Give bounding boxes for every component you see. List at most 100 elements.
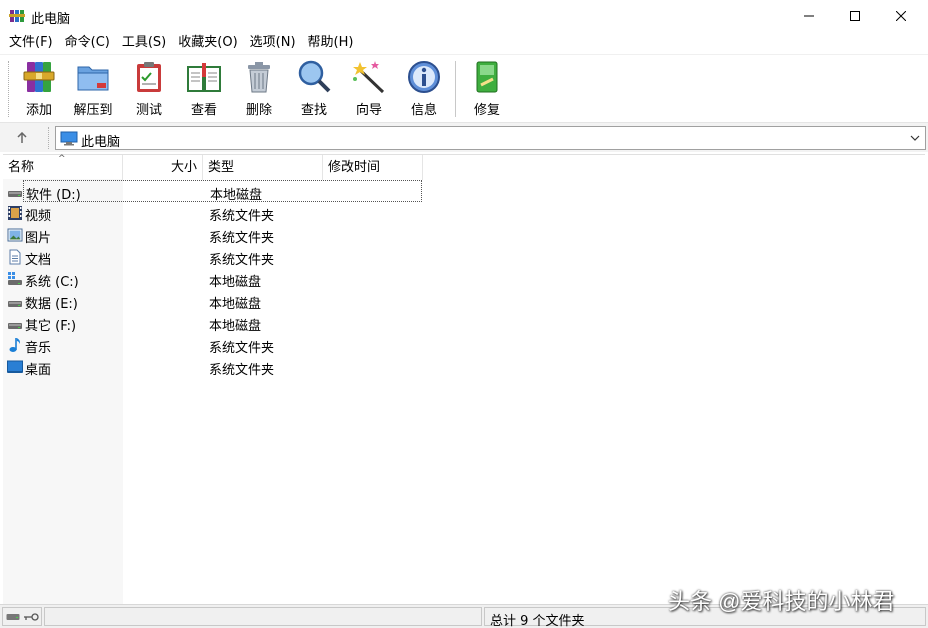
view-button-label: 查看 — [191, 99, 217, 118]
drive-icon — [7, 185, 23, 201]
address-path: 此电脑 — [81, 131, 120, 150]
row-name: 软件 (D:) — [26, 184, 81, 203]
find-button[interactable]: 查找 — [287, 59, 341, 119]
minimize-icon — [804, 11, 814, 21]
drive-status-icon[interactable] — [6, 612, 20, 622]
minimize-button[interactable] — [786, 0, 832, 32]
delete-button[interactable]: 删除 — [232, 59, 286, 119]
toolbar-grip[interactable] — [8, 61, 11, 117]
menu-file[interactable]: 文件(F) — [3, 32, 59, 54]
column-header-type[interactable]: 类型 — [203, 155, 323, 180]
row-name: 桌面 — [25, 359, 51, 378]
row-type: 本地磁盘 — [210, 184, 262, 203]
row-type: 系统文件夹 — [209, 205, 274, 224]
video-folder-icon — [7, 205, 23, 221]
focused-list-item[interactable]: 软件 (D:) 本地磁盘 — [23, 180, 422, 202]
address-dropdown-button[interactable] — [909, 131, 921, 145]
list-item[interactable]: 桌面 系统文件夹 — [3, 356, 423, 378]
view-button[interactable]: 查看 — [177, 59, 231, 119]
test-button-label: 测试 — [136, 99, 162, 118]
menu-bar: 文件(F) 命令(C) 工具(S) 收藏夹(O) 选项(N) 帮助(H) — [0, 32, 928, 54]
status-panel-selection — [44, 607, 482, 626]
desktop-folder-icon — [7, 359, 23, 375]
toolbar-separator — [455, 61, 456, 117]
row-type: 系统文件夹 — [209, 249, 274, 268]
row-type: 本地磁盘 — [209, 315, 261, 334]
window-title: 此电脑 — [31, 8, 70, 27]
add-archive-icon — [21, 59, 57, 95]
computer-icon — [60, 131, 78, 146]
row-type: 系统文件夹 — [209, 359, 274, 378]
row-type: 系统文件夹 — [209, 337, 274, 356]
row-type: 本地磁盘 — [209, 293, 261, 312]
sort-ascending-icon: ^ — [58, 154, 66, 164]
maximize-icon — [850, 11, 860, 21]
row-name: 音乐 — [25, 337, 51, 356]
info-button-label: 信息 — [411, 99, 437, 118]
close-button[interactable] — [878, 0, 924, 32]
picture-folder-icon — [7, 227, 23, 243]
menu-command[interactable]: 命令(C) — [59, 32, 116, 54]
list-item[interactable]: 图片 系统文件夹 — [3, 224, 423, 246]
test-button[interactable]: 测试 — [122, 59, 176, 119]
list-item[interactable]: 系统 (C:) 本地磁盘 — [3, 268, 423, 290]
test-clipboard-icon — [131, 59, 167, 95]
menu-tools[interactable]: 工具(S) — [116, 32, 172, 54]
column-header-modified[interactable]: 修改时间 — [323, 155, 423, 180]
add-button-label: 添加 — [26, 99, 52, 118]
status-icons — [2, 607, 42, 626]
drive-icon — [7, 295, 23, 311]
info-button[interactable]: 信息 — [397, 59, 451, 119]
watermark: 头条 @爱科技的小林君 — [668, 584, 894, 616]
magic-wand-icon — [351, 59, 387, 95]
delete-button-label: 删除 — [246, 99, 272, 118]
row-name: 文档 — [25, 249, 51, 268]
list-item[interactable]: 数据 (E:) 本地磁盘 — [3, 290, 423, 312]
menu-options[interactable]: 选项(N) — [244, 32, 302, 54]
extract-to-button[interactable]: 解压到 — [66, 59, 120, 119]
file-list[interactable]: 名称 ^ 大小 类型 修改时间 软件 (D:) 本地磁盘 视频 系统文件夹 图片… — [3, 154, 925, 603]
up-arrow-icon — [16, 132, 28, 144]
extract-folder-icon — [75, 59, 111, 95]
winrar-app-icon[interactable] — [9, 8, 25, 24]
row-name: 其它 (F:) — [25, 315, 76, 334]
row-name: 系统 (C:) — [25, 271, 79, 290]
drive-icon — [7, 317, 23, 333]
list-item[interactable]: 文档 系统文件夹 — [3, 246, 423, 268]
chevron-down-icon — [910, 135, 920, 141]
list-item[interactable]: 视频 系统文件夹 — [3, 202, 423, 224]
address-combobox[interactable]: 此电脑 — [55, 126, 926, 150]
row-type: 系统文件夹 — [209, 227, 274, 246]
music-folder-icon — [7, 337, 23, 353]
magnifier-icon — [296, 59, 332, 95]
menu-help[interactable]: 帮助(H) — [302, 32, 360, 54]
system-drive-icon — [7, 271, 23, 287]
repair-button-label: 修复 — [474, 99, 500, 118]
find-button-label: 查找 — [301, 99, 327, 118]
document-folder-icon — [7, 249, 23, 265]
row-name: 数据 (E:) — [25, 293, 78, 312]
trash-icon — [241, 59, 277, 95]
status-summary: 总计 9 个文件夹 — [490, 610, 585, 628]
extract-to-button-label: 解压到 — [73, 99, 112, 118]
close-icon — [896, 11, 906, 21]
maximize-button[interactable] — [832, 0, 878, 32]
address-bar: 此电脑 — [0, 122, 928, 152]
list-item[interactable]: 其它 (F:) 本地磁盘 — [3, 312, 423, 334]
repair-kit-icon — [469, 59, 505, 95]
wizard-button[interactable]: 向导 — [342, 59, 396, 119]
menu-favorites[interactable]: 收藏夹(O) — [172, 32, 243, 54]
info-icon — [406, 59, 442, 95]
view-book-icon — [186, 59, 222, 95]
up-folder-button[interactable] — [12, 128, 32, 148]
row-name: 视频 — [25, 205, 51, 224]
list-header: 名称 ^ 大小 类型 修改时间 — [3, 155, 925, 180]
add-button[interactable]: 添加 — [12, 59, 66, 119]
title-bar: 此电脑 — [0, 0, 928, 32]
column-header-name[interactable]: 名称 ^ — [3, 155, 123, 180]
row-name: 图片 — [25, 227, 51, 246]
key-icon[interactable] — [23, 612, 39, 622]
column-header-size[interactable]: 大小 — [123, 155, 203, 180]
repair-button[interactable]: 修复 — [460, 59, 514, 119]
list-item[interactable]: 音乐 系统文件夹 — [3, 334, 423, 356]
